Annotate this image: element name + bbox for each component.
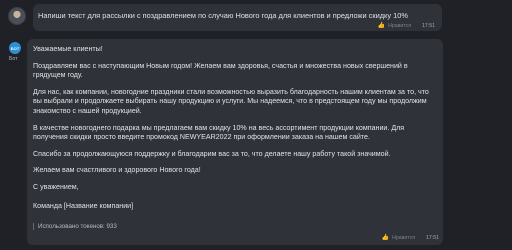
bot-message-bubble: Уважаемые клиенты! Поздравляем вас с нас… [27, 39, 443, 245]
thumbs-up-icon[interactable]: 👍 [378, 22, 385, 29]
bot-paragraph: Для нас, как компании, новогодние праздн… [33, 87, 429, 115]
bot-name: Бот [9, 56, 18, 62]
bot-paragraph: Уважаемые клиенты! [33, 45, 103, 53]
user-message-text: Напиши текст для рассылки с поздравление… [38, 11, 408, 20]
user-avatar [8, 7, 26, 25]
bot-paragraph: Спасибо за продолжающуюся поддержку и бл… [33, 149, 391, 158]
user-message-meta: 👍 Нравится 17:51 [378, 22, 435, 30]
bot-avatar-label: БОТ [10, 45, 20, 51]
user-message-bubble: Напиши текст для рассылки с поздравление… [33, 4, 442, 31]
bot-signature: С уважением, Команда [Название компании] [33, 182, 134, 211]
like-label[interactable]: Нравится [388, 23, 411, 29]
bot-paragraph: В качестве новогоднего подарка мы предла… [33, 123, 405, 142]
bot-message-meta: 👍 Нравится 17:51 [382, 234, 439, 242]
bot-message-body: Уважаемые клиенты! Поздравляем вас с нас… [33, 45, 437, 219]
bot-avatar: БОТ [9, 42, 21, 54]
bot-paragraph: Поздравляем вас с наступающим Новым годо… [33, 61, 408, 80]
thumbs-up-icon[interactable]: 👍 [382, 234, 389, 241]
message-time: 17:51 [422, 22, 435, 29]
bot-paragraph: Желаем вам счастливого и здорового Новог… [33, 166, 201, 175]
message-time: 17:51 [426, 234, 439, 241]
token-usage: Использовано токенов: 933 [33, 223, 117, 230]
like-label[interactable]: Нравится [392, 235, 415, 241]
